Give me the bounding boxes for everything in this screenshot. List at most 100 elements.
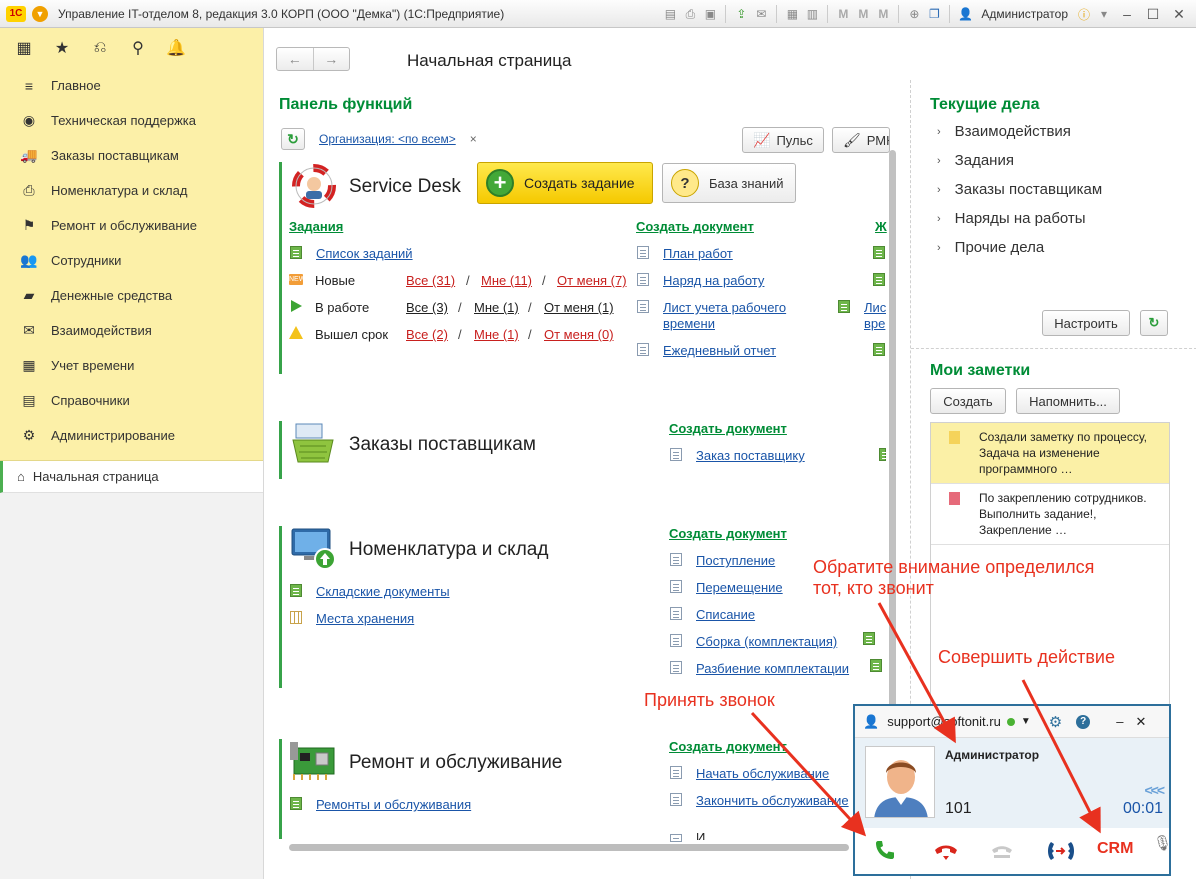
print-icon[interactable]: ⎙ <box>682 6 698 22</box>
sidebar-item-6[interactable]: ▰ Денежные средства <box>0 278 263 313</box>
note-item[interactable]: Создали заметку по процессу, Задача на и… <box>931 423 1169 484</box>
settings-gear-icon[interactable]: ⚙ <box>1049 713 1062 731</box>
third-column-link[interactable]: Лис <box>864 300 886 315</box>
doc-timesheet-link[interactable]: Лист учета рабочего <box>663 300 786 315</box>
refresh-button[interactable]: ↻ <box>281 128 305 150</box>
calendar-icon[interactable]: ▥ <box>804 6 820 22</box>
close-icon[interactable]: ✕ <box>1135 714 1146 730</box>
sidebar-item-1[interactable]: ◉ Техническая поддержка <box>0 103 263 138</box>
pulse-button[interactable]: 📈 Пульс <box>742 127 824 153</box>
minimize-button[interactable]: – <box>1116 4 1138 24</box>
doc-timesheet-link-2[interactable]: времени <box>663 316 715 331</box>
history-icon[interactable]: ⎌ <box>90 38 110 58</box>
doc-finish-service-link[interactable]: Закончить обслуживание <box>696 793 849 808</box>
sidebar-item-8[interactable]: ▦ Учет времени <box>0 348 263 383</box>
zoom-icon[interactable]: ⊕ <box>906 6 922 22</box>
current-task-item[interactable]: › Задания <box>937 152 1014 169</box>
note-item[interactable]: По закреплению сотрудников. Выполнить за… <box>931 484 1169 545</box>
sidebar-item-3[interactable]: ⎙ Номенклатура и склад <box>0 173 263 208</box>
new-all-link[interactable]: Все (31) <box>406 273 455 288</box>
overdue-mine-link[interactable]: Мне (1) <box>474 327 519 342</box>
doc-writeoff-link[interactable]: Списание <box>696 607 755 622</box>
in-progress-all-link[interactable]: Все (3) <box>406 300 448 315</box>
calculator-icon[interactable]: ▦ <box>784 6 800 22</box>
search-icon[interactable]: ⚲ <box>128 38 148 58</box>
new-mine-link[interactable]: Мне (11) <box>481 273 532 288</box>
bell-icon[interactable]: 🔔 <box>166 38 186 58</box>
sidebar-item-7[interactable]: ✉ Взаимодействия <box>0 313 263 348</box>
doc-start-service-link[interactable]: Начать обслуживание <box>696 766 829 781</box>
sidebar-item-5[interactable]: 👥 Сотрудники <box>0 243 263 278</box>
current-task-item[interactable]: › Прочие дела <box>937 239 1044 256</box>
account-label[interactable]: support@softonit.ru <box>887 714 1001 729</box>
doc-disassembly-link[interactable]: Разбиение комплектации <box>696 661 849 676</box>
chevron-down-icon[interactable]: ▾ <box>1096 6 1112 22</box>
in-progress-mine-link[interactable]: Мне (1) <box>474 300 519 315</box>
doc-receipt-link[interactable]: Поступление <box>696 553 775 568</box>
save-icon[interactable]: ▤ <box>662 6 678 22</box>
task-list-link[interactable]: Список заданий <box>316 246 413 261</box>
create-document-group[interactable]: Создать документ <box>636 219 754 234</box>
forward-arrow-icon[interactable]: → <box>314 48 350 70</box>
knowledge-base-button[interactable]: ? База знаний <box>662 163 796 203</box>
create-document-group[interactable]: Создать документ <box>669 526 787 541</box>
current-user[interactable]: Администратор <box>981 7 1068 21</box>
help-icon[interactable]: ? <box>1076 714 1091 729</box>
overdue-all-link[interactable]: Все (2) <box>406 327 448 342</box>
accept-call-icon[interactable] <box>873 838 897 862</box>
clear-filter-icon[interactable]: × <box>470 132 477 146</box>
refresh-icon[interactable]: ↻ <box>1140 310 1168 336</box>
transfer-call-icon[interactable] <box>1045 840 1077 862</box>
third-column-link-2[interactable]: вре <box>864 316 886 331</box>
memory-m-icon[interactable]: M <box>835 6 851 22</box>
chevron-down-icon[interactable]: ▼ <box>1021 716 1031 727</box>
remind-button[interactable]: Напомнить... <box>1016 388 1120 414</box>
apps-grid-icon[interactable]: ▦ <box>14 38 34 58</box>
favorites-star-icon[interactable]: ★ <box>52 38 72 58</box>
create-document-group[interactable]: Создать документ <box>669 421 787 436</box>
doc-partial-link[interactable]: И <box>696 830 705 840</box>
storage-places-link[interactable]: Места хранения <box>316 611 414 626</box>
preview-icon[interactable]: ▣ <box>702 6 718 22</box>
overdue-from-me-link[interactable]: От меня (0) <box>544 327 614 342</box>
setup-button[interactable]: Настроить <box>1042 310 1130 336</box>
current-task-item[interactable]: › Наряды на работы <box>937 210 1086 227</box>
decline-call-icon[interactable] <box>933 842 959 862</box>
main-menu-button[interactable]: ▼ <box>32 5 48 22</box>
horizontal-scrollbar[interactable] <box>289 844 849 851</box>
microphone-icon[interactable]: 🎙 <box>1153 834 1172 852</box>
organization-filter[interactable]: Организация: <по всем> <box>319 132 456 146</box>
back-arrow-icon[interactable]: ← <box>277 48 314 70</box>
hold-call-icon[interactable] <box>989 842 1015 860</box>
memory-mminus-icon[interactable]: M <box>875 6 891 22</box>
doc-supplier-order-link[interactable]: Заказ поставщику <box>696 448 805 463</box>
create-task-button[interactable]: + Создать задание <box>477 162 653 204</box>
doc-work-plan-link[interactable]: План работ <box>663 246 733 261</box>
doc-assembly-link[interactable]: Сборка (комплектация) <box>696 634 837 649</box>
sidebar-item-9[interactable]: ▤ Справочники <box>0 383 263 418</box>
doc-transfer-link[interactable]: Перемещение <box>696 580 783 595</box>
sidebar-item-2[interactable]: 🚚 Заказы поставщикам <box>0 138 263 173</box>
upload-icon[interactable]: ⇪ <box>733 6 749 22</box>
crm-button[interactable]: CRM <box>1097 840 1133 858</box>
sidebar-item-10[interactable]: ⚙ Администрирование <box>0 418 263 453</box>
sidebar-item-4[interactable]: ⚑ Ремонт и обслуживание <box>0 208 263 243</box>
sidebar-item-home[interactable]: ⌂ Начальная страница <box>0 461 263 493</box>
mail-icon[interactable]: ✉ <box>753 6 769 22</box>
memory-mplus-icon[interactable]: M <box>855 6 871 22</box>
tasks-group-link[interactable]: Задания <box>289 219 343 234</box>
maximize-button[interactable]: ☐ <box>1142 4 1164 24</box>
sidebar-item-0[interactable]: ≡ Главное <box>0 68 263 103</box>
window-icon[interactable]: ❐ <box>926 6 942 22</box>
close-button[interactable]: ✕ <box>1168 4 1190 24</box>
info-icon[interactable]: ⓘ <box>1076 6 1092 22</box>
create-note-button[interactable]: Создать <box>930 388 1006 414</box>
current-task-item[interactable]: › Взаимодействия <box>937 123 1071 140</box>
warehouse-docs-link[interactable]: Складские документы <box>316 584 450 599</box>
doc-work-order-link[interactable]: Наряд на работу <box>663 273 764 288</box>
rmk-button[interactable]: 🖌 РМК <box>832 127 890 153</box>
doc-daily-report-link[interactable]: Ежедневный отчет <box>663 343 776 358</box>
new-from-me-link[interactable]: От меня (7) <box>557 273 627 288</box>
create-document-group[interactable]: Создать документ <box>669 739 787 754</box>
in-progress-from-me-link[interactable]: От меня (1) <box>544 300 614 315</box>
